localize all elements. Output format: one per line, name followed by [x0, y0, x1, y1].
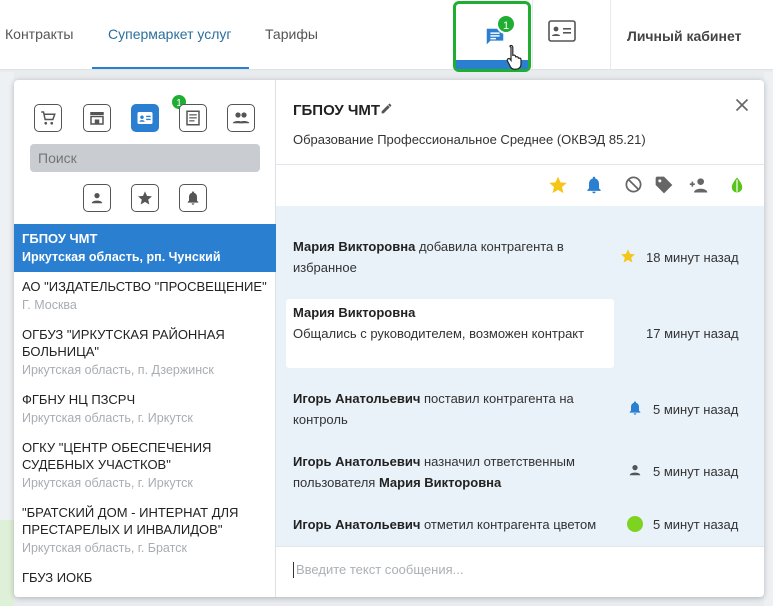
list-item[interactable]: "БРАТСКИЙ ДОМ - ИНТЕРНАТ ДЛЯ ПРЕСТАРЕЛЫХ…: [14, 498, 276, 563]
store-icon: [90, 112, 104, 125]
feed-event: Мария Викторовна Общались с руководителе…: [293, 302, 603, 344]
contact-card-icon: [137, 112, 153, 124]
contractor-sidebar: 1 ГБПОУ ЧМТ Иркутская область, рп.: [14, 80, 276, 597]
event-actor: Игорь Анатольевич: [293, 517, 421, 532]
item-name: ГБУЗ ИОКБ: [22, 570, 93, 585]
bell-icon: [627, 400, 643, 421]
item-name: ГБПОУ ЧМТ: [22, 231, 98, 246]
feed-event: Мария Викторовна добавила контрагента в …: [293, 236, 573, 278]
event-time: 18 минут назад: [646, 250, 739, 265]
event-text: отметил контрагента цветом: [420, 517, 597, 532]
active-tab-indicator: [92, 67, 249, 69]
contractor-title: ГБПОУ ЧМТ: [293, 102, 381, 119]
star-icon: [620, 248, 636, 269]
event-time: 5 минут назад: [653, 464, 739, 479]
feed-event: Игорь Анатольевич поставил контрагента н…: [293, 388, 593, 430]
event-actor: Мария Викторовна: [293, 305, 416, 320]
filter-buttons: [83, 184, 223, 212]
message-input[interactable]: Введите текст сообщения...: [293, 562, 743, 578]
filter-monitoring-button[interactable]: [179, 184, 207, 212]
document-icon: [186, 110, 200, 126]
event-actor: Игорь Анатольевич: [293, 391, 421, 406]
item-address: Иркутская область, г. Иркутск: [22, 411, 193, 425]
color-leaf-icon[interactable]: [728, 175, 746, 200]
favorite-star-icon[interactable]: [548, 175, 568, 200]
close-icon[interactable]: [735, 98, 749, 117]
person-icon: [628, 463, 642, 482]
hand-cursor-icon: [505, 44, 525, 75]
event-time: 5 минут назад: [653, 402, 739, 417]
background-content: [764, 72, 773, 606]
list-item[interactable]: АО "ИЗДАТЕЛЬСТВО "ПРОСВЕЩЕНИЕ" Г. Москва: [14, 272, 276, 320]
event-time: 5 минут назад: [653, 517, 739, 532]
contacts-category-button[interactable]: [131, 104, 159, 132]
event-text: Общались с руководителем, возможен контр…: [293, 326, 585, 341]
tab-tariffs[interactable]: Тарифы: [265, 26, 318, 42]
filter-person-button[interactable]: [83, 184, 111, 212]
event-actor: Игорь Анатольевич: [293, 454, 421, 469]
background-content: [0, 520, 14, 606]
contractor-panel: 1 ГБПОУ ЧМТ Иркутская область, рп.: [14, 80, 764, 597]
contractor-detail: ГБПОУ ЧМТ Образование Профессиональное С…: [276, 80, 764, 597]
star-icon: [138, 191, 152, 205]
item-name: ФГБНУ НЦ ПЗСРЧ: [22, 392, 136, 407]
item-address: Иркутская область, г. Иркутск: [22, 476, 193, 490]
feed-event: Игорь Анатольевич назначил ответственным…: [293, 451, 593, 493]
list-item[interactable]: ФГБНУ НЦ ПЗСРЧ Иркутская область, г. Ирк…: [14, 385, 276, 433]
personal-cabinet-link[interactable]: Личный кабинет: [627, 28, 741, 44]
edit-icon[interactable]: [380, 102, 393, 120]
event-actor: Мария Викторовна: [293, 239, 416, 254]
group-icon: [232, 112, 250, 124]
divider: [276, 164, 764, 165]
bell-icon: [187, 191, 199, 205]
contractor-subtitle: Образование Профессиональное Среднее (ОК…: [293, 132, 646, 147]
event-time: 17 минут назад: [646, 326, 739, 341]
messages-badge: 1: [496, 14, 516, 34]
item-address: Иркутская область, п. Дзержинск: [22, 363, 214, 377]
store-category-button[interactable]: [83, 104, 111, 132]
item-address: Иркутская область, г. Братск: [22, 541, 187, 555]
filter-favorite-button[interactable]: [131, 184, 159, 212]
color-dot-icon: [627, 516, 643, 532]
item-name: АО "ИЗДАТЕЛЬСТВО "ПРОСВЕЩЕНИЕ": [22, 279, 267, 294]
block-icon[interactable]: [624, 175, 643, 199]
documents-category-button[interactable]: [179, 104, 207, 132]
item-name: ОГКУ "ЦЕНТР ОБЕСПЕЧЕНИЯ СУДЕБНЫХ УЧАСТКО…: [22, 440, 212, 472]
contact-card-icon[interactable]: [548, 20, 576, 47]
activity-feed: Мария Викторовна добавила контрагента в …: [276, 206, 764, 546]
search-input[interactable]: [30, 144, 260, 172]
nav-divider: [532, 0, 533, 70]
event-extra: Мария Викторовна: [378, 475, 502, 490]
list-item[interactable]: ОГКУ "ЦЕНТР ОБЕСПЕЧЕНИЯ СУДЕБНЫХ УЧАСТКО…: [14, 433, 276, 498]
cart-icon: [41, 111, 56, 125]
contractor-list: ГБПОУ ЧМТ Иркутская область, рп. Чунский…: [14, 224, 276, 592]
item-address: Иркутская область, рп. Чунский: [22, 250, 221, 264]
tag-icon[interactable]: [654, 175, 674, 200]
monitoring-bell-icon[interactable]: [584, 175, 604, 200]
item-name: ОГБУЗ "ИРКУТСКАЯ РАЙОННАЯ БОЛЬНИЦА": [22, 327, 225, 359]
person-icon: [91, 193, 103, 204]
add-person-icon[interactable]: [688, 175, 710, 200]
feed-event: Игорь Анатольевич отметил контрагента цв…: [293, 514, 613, 535]
list-item[interactable]: ОГБУЗ "ИРКУТСКАЯ РАЙОННАЯ БОЛЬНИЦА" Ирку…: [14, 320, 276, 385]
top-navigation: Контракты Супермаркет услуг Тарифы 1 Лич…: [0, 0, 773, 72]
divider: [276, 546, 764, 547]
list-item[interactable]: ГБПОУ ЧМТ Иркутская область, рп. Чунский: [14, 224, 276, 272]
item-name: "БРАТСКИЙ ДОМ - ИНТЕРНАТ ДЛЯ ПРЕСТАРЕЛЫХ…: [22, 505, 239, 537]
action-toolbar: [548, 175, 748, 197]
item-address: Г. Москва: [22, 298, 77, 312]
category-icons: 1: [34, 93, 260, 132]
cart-category-button[interactable]: [34, 104, 62, 132]
nav-divider: [610, 0, 611, 70]
group-category-button[interactable]: [227, 104, 255, 132]
tab-services-market[interactable]: Супермаркет услуг: [108, 26, 231, 42]
list-item[interactable]: ГБУЗ ИОКБ: [14, 563, 276, 592]
tab-contracts[interactable]: Контракты: [5, 26, 73, 42]
